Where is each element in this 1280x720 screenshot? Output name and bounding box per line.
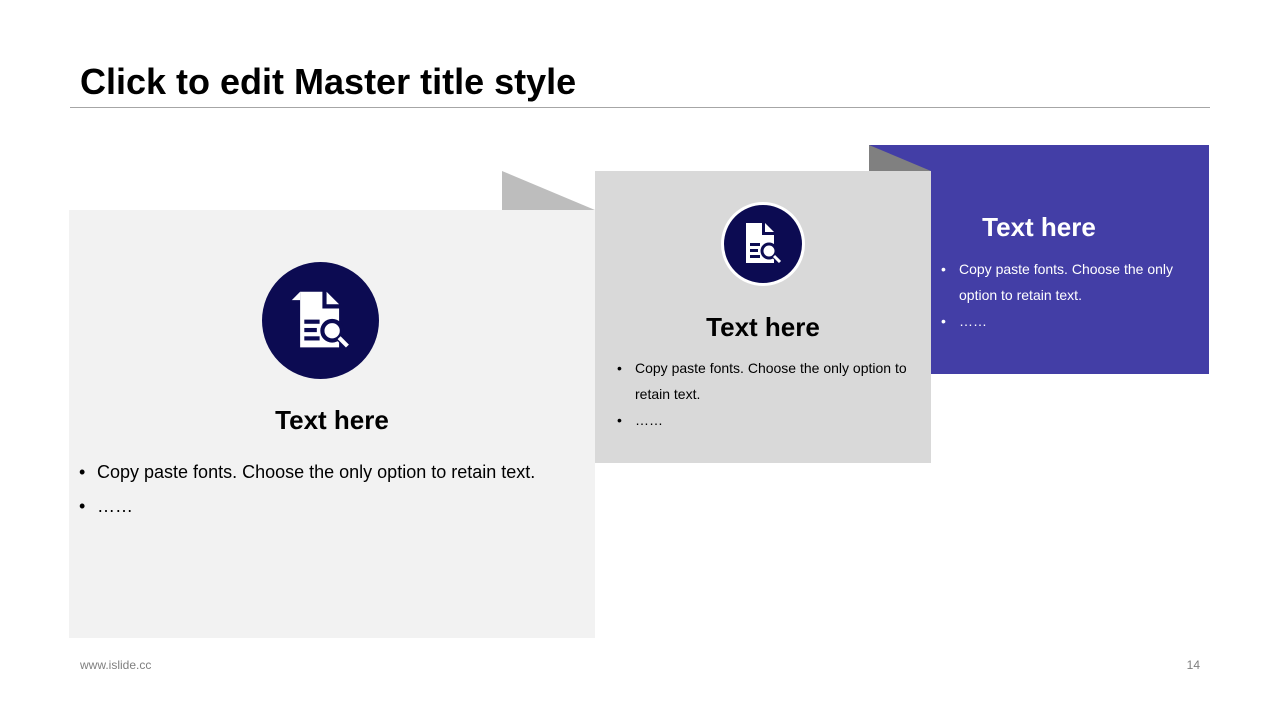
panel-2-fold <box>502 171 595 210</box>
bullet-item: Copy paste fonts. Choose the only option… <box>617 355 910 407</box>
panel-3-bullets: Copy paste fonts. Choose the only option… <box>941 256 1204 334</box>
panel-3: Text here Copy paste fonts. Choose the o… <box>931 145 1209 374</box>
panel-2-heading: Text here <box>706 312 820 342</box>
page-number: 14 <box>1186 658 1200 672</box>
bullet-item: …… <box>941 308 1204 334</box>
bullet-item: Copy paste fonts. Choose the only option… <box>941 256 1204 308</box>
document-search-icon <box>721 202 805 286</box>
panel-1-heading: Text here <box>275 405 389 435</box>
bullet-item: …… <box>617 407 910 433</box>
slide-title: Click to edit Master title style <box>80 61 577 102</box>
bullet-item: …… <box>79 489 587 523</box>
title-divider <box>70 107 1210 108</box>
footer-url: www.islide.cc <box>80 658 152 672</box>
panel-1: Text here Copy paste fonts. Choose the o… <box>69 210 595 638</box>
panel-2-bullets: Copy paste fonts. Choose the only option… <box>617 355 910 433</box>
panel-2: Text here Copy paste fonts. Choose the o… <box>595 171 931 463</box>
panel-1-bullets: Copy paste fonts. Choose the only option… <box>79 455 587 523</box>
bullet-item: Copy paste fonts. Choose the only option… <box>79 455 587 489</box>
document-search-icon <box>262 262 379 379</box>
